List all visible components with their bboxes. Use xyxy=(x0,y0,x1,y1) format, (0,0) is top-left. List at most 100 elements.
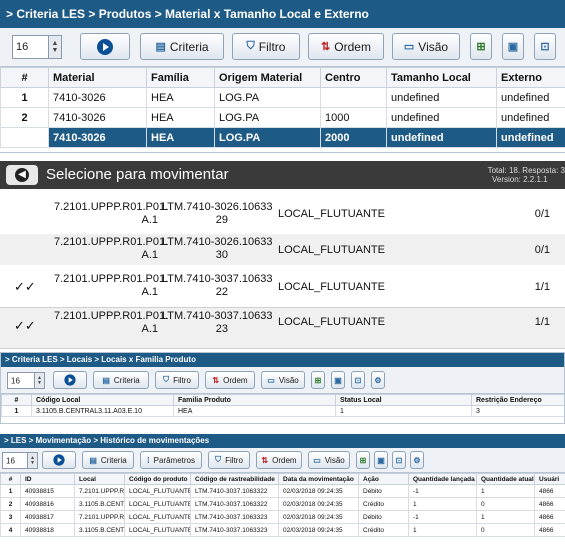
expand-button[interactable]: ⊡ xyxy=(351,371,365,389)
product-line1: LTM.7410-3026.10633 xyxy=(162,201,273,213)
list-item[interactable]: ✓✓ 7.2101.UPPP.R01.P01. A.1 LTM.7410-303… xyxy=(0,265,565,308)
cell: 1 xyxy=(0,87,49,108)
col-data-movimentacao[interactable]: Data da movimentação xyxy=(278,473,359,485)
criteria-button[interactable]: ▤ Criteria xyxy=(140,33,224,60)
cell: 40938817 xyxy=(20,510,75,524)
cell: 02/03/2018 09:24:35 xyxy=(278,523,359,537)
cell: undefined xyxy=(496,127,565,148)
table-row-selected[interactable]: 7410-3026 HEA LOG.PA 2000 undefined unde… xyxy=(0,127,565,148)
cell: HEA xyxy=(173,405,336,417)
cell: 2 xyxy=(0,107,49,128)
col-codigo-local[interactable]: Código Local xyxy=(31,394,174,406)
table-row[interactable]: 4 40938818 3.1105.B.CENTR LOCAL_FLUTUANT… xyxy=(0,523,565,537)
ordem-button[interactable]: ⇅ Ordem xyxy=(256,451,302,469)
page-size-spinner[interactable]: 16 ▲ ▼ xyxy=(7,372,45,389)
table-row[interactable]: 1 3.1105.B.CENTRAL3.11.A03.E.10 HEA 1 3 xyxy=(1,405,564,417)
table-row[interactable]: 2 7410-3026 HEA LOG.PA 1000 undefined un… xyxy=(0,107,565,128)
cell: 7.2101.UPPP.R0 xyxy=(74,484,125,498)
col-quantidade-lancada[interactable]: Quantidade lançada xyxy=(408,473,477,485)
col-externo[interactable]: Externo xyxy=(496,67,565,88)
col-acao[interactable]: Ação xyxy=(358,473,409,485)
export-excel-button[interactable]: ⊞ xyxy=(356,451,370,469)
table-header-row: # Material Família Origem Material Centr… xyxy=(0,67,565,88)
item-local: LOCAL_FLUTUANTE xyxy=(278,281,385,293)
cell: 02/03/2018 09:24:35 xyxy=(278,497,359,511)
criteria-icon: ▤ xyxy=(155,41,166,53)
run-button[interactable] xyxy=(53,371,87,389)
page-size-spinner[interactable]: 16 ▲ ▼ xyxy=(2,452,38,469)
item-product: LTM.7410-3037.10633 23 xyxy=(162,310,273,336)
col-usuario[interactable]: Usuári xyxy=(534,473,565,485)
criteria-button[interactable]: ▤ Criteria xyxy=(82,451,134,469)
col-material[interactable]: Material xyxy=(48,67,147,88)
visao-button[interactable]: ▭ Visão xyxy=(392,33,460,60)
mobile-title: Selecione para movimentar xyxy=(46,166,229,183)
page-size-spinner[interactable]: 16 ▲ ▼ xyxy=(12,35,62,59)
col-local[interactable]: Local xyxy=(74,473,125,485)
cell: 1 xyxy=(408,523,477,537)
col-status-local[interactable]: Status Local xyxy=(335,394,472,406)
col-index[interactable]: # xyxy=(0,67,49,88)
expand-button[interactable]: ⊡ xyxy=(534,33,556,60)
col-tamanho-local[interactable]: Tamanho Local xyxy=(386,67,497,88)
list-item[interactable]: 7.2101.UPPP.R01.P01. A.1 LTM.7410-3026.1… xyxy=(0,194,565,235)
col-id[interactable]: ID xyxy=(20,473,75,485)
cell: Crédito xyxy=(358,523,409,537)
col-index[interactable]: # xyxy=(0,473,21,485)
product-line2: 29 xyxy=(215,214,228,226)
item-product: LTM.7410-3037.10633 22 xyxy=(162,273,273,299)
locais-table: # Código Local Familia Produto Status Lo… xyxy=(1,394,564,417)
expand-icon: ⊡ xyxy=(395,455,403,465)
cell: 7410-3026 xyxy=(48,127,147,148)
criteria-button[interactable]: ▤ Criteria xyxy=(93,371,149,389)
col-familia[interactable]: Família xyxy=(146,67,215,88)
cell: 7410-3026 xyxy=(48,107,147,128)
save-button[interactable]: ▣ xyxy=(502,33,524,60)
col-codigo-produto[interactable]: Código do produto xyxy=(124,473,191,485)
expand-button[interactable]: ⊡ xyxy=(392,451,406,469)
table-row[interactable]: 3 40938817 7.2101.UPPP.R0 LOCAL_FLUTUANT… xyxy=(0,510,565,524)
visao-button[interactable]: ▭ Visão xyxy=(308,451,350,469)
settings-button[interactable]: ⚙ xyxy=(371,371,385,389)
ordem-button[interactable]: ⇅ Ordem xyxy=(205,371,255,389)
visao-label: Visão xyxy=(278,375,299,385)
list-item[interactable]: ✓✓ 7.2101.UPPP.R01.P01. A.1 LTM.7410-303… xyxy=(0,308,565,349)
parametros-label: Parâmetros xyxy=(153,455,196,465)
product-line1: LTM.7410-3026.10633 xyxy=(162,236,273,248)
table-row[interactable]: 1 7410-3026 HEA LOG.PA undefined undefin… xyxy=(0,87,565,108)
cell: 4866 xyxy=(534,497,565,511)
save-button[interactable]: ▣ xyxy=(331,371,345,389)
visao-button[interactable]: ▭ Visão xyxy=(261,371,305,389)
settings-button[interactable]: ⚙ xyxy=(410,451,424,469)
filtro-button[interactable]: ⛉ Filtro xyxy=(208,451,250,469)
address-line1: 7.2101.UPPP.R01.P01. xyxy=(54,310,169,322)
spinner-arrows-icon[interactable]: ▲ ▼ xyxy=(27,453,37,468)
export-excel-button[interactable]: ⊞ xyxy=(470,33,492,60)
table-row[interactable]: 1 40938815 7.2101.UPPP.R0 LOCAL_FLUTUANT… xyxy=(0,484,565,498)
table-row[interactable]: 2 40938816 3.1105.B.CENTR LOCAL_FLUTUANT… xyxy=(0,497,565,511)
filtro-button[interactable]: ⛉ Filtro xyxy=(232,33,300,60)
col-restricao-endereco[interactable]: Restrição Endereço xyxy=(471,394,564,406)
back-button[interactable]: ◀ xyxy=(6,165,38,185)
col-index[interactable]: # xyxy=(1,394,32,406)
run-button[interactable] xyxy=(80,33,130,60)
col-origem-material[interactable]: Origem Material xyxy=(214,67,321,88)
filtro-button[interactable]: ⛉ Filtro xyxy=(155,371,199,389)
col-quantidade-atual[interactable]: Quantidade atual xyxy=(476,473,535,485)
cell: LOCAL_FLUTUANTE xyxy=(124,510,191,524)
cell: 3.1105.B.CENTRAL3.11.A03.E.10 xyxy=(31,405,174,417)
spinner-arrows-icon[interactable]: ▲ ▼ xyxy=(34,373,44,388)
item-address: 7.2101.UPPP.R01.P01. A.1 xyxy=(54,273,168,299)
run-button[interactable] xyxy=(42,451,76,469)
parametros-button[interactable]: ⁞ Parâmetros xyxy=(140,451,202,469)
col-codigo-rastreabilidade[interactable]: Código de rastreabilidade xyxy=(190,473,279,485)
criteria-label: Criteria xyxy=(169,39,209,54)
spinner-arrows-icon[interactable]: ▲ ▼ xyxy=(48,36,61,58)
ordem-button[interactable]: ⇅ Ordem xyxy=(308,33,384,60)
save-button[interactable]: ▣ xyxy=(374,451,388,469)
col-familia-produto[interactable]: Familia Produto xyxy=(173,394,336,406)
status-version: Version: 2.2.1.1 xyxy=(492,175,548,184)
spinner-value: 16 xyxy=(6,456,15,465)
export-excel-button[interactable]: ⊞ xyxy=(311,371,325,389)
col-centro[interactable]: Centro xyxy=(320,67,387,88)
